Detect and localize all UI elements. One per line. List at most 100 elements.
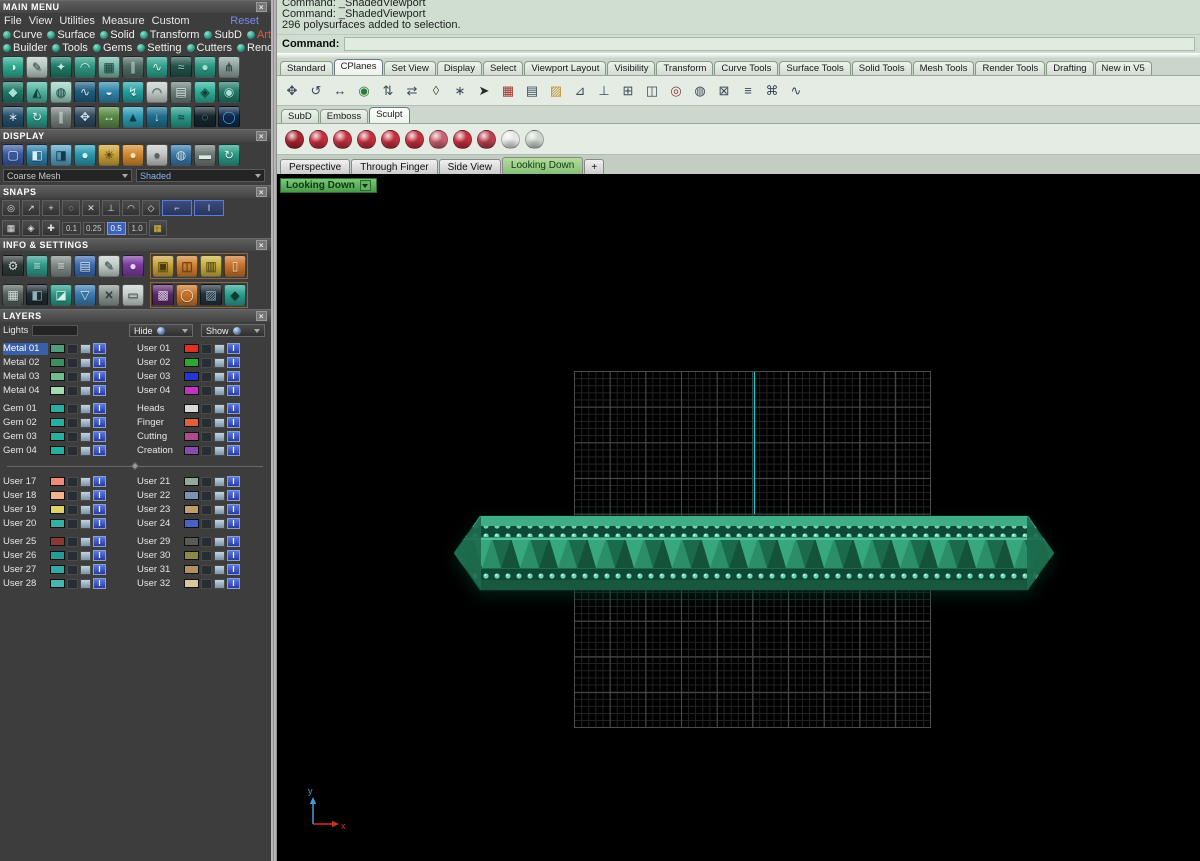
layer-gem-03[interactable]: Gem 03 I — [3, 430, 129, 443]
layer-color-swatch[interactable] — [50, 404, 65, 413]
layer-color-swatch[interactable] — [184, 358, 199, 367]
layer-info-button[interactable]: I — [93, 343, 106, 354]
layer-user-23[interactable]: User 23 I — [137, 503, 263, 516]
layer-lock-icon[interactable] — [67, 536, 78, 547]
rendered-view-icon[interactable]: ● — [74, 144, 96, 166]
toolbar-tab[interactable]: CPlanes — [333, 59, 384, 75]
toolbar-tab[interactable]: Transform — [656, 61, 714, 75]
sculpt-push-icon[interactable] — [357, 129, 376, 149]
snap-intersection-icon[interactable]: ✕ — [82, 200, 100, 216]
snap-tangent-icon[interactable]: ◠ — [122, 200, 140, 216]
layer-info-button[interactable]: I — [93, 504, 106, 515]
layer-material-icon[interactable] — [80, 504, 91, 515]
environment-icon[interactable]: ◍ — [170, 144, 192, 166]
ortho-toggle-icon[interactable]: ⊥ — [594, 81, 614, 101]
toolbar-tab[interactable]: Surface Tools — [779, 61, 851, 75]
viewport-tab[interactable]: Side View — [438, 159, 501, 174]
layer-user-03[interactable]: User 03 I — [137, 370, 263, 383]
layer-material-icon[interactable] — [214, 578, 225, 589]
project-icon[interactable]: ↓ — [146, 106, 168, 128]
edit-pad-icon[interactable]: ✎ — [98, 255, 120, 277]
layer-color-swatch[interactable] — [184, 519, 199, 528]
layer-lock-icon[interactable] — [201, 431, 212, 442]
twist-icon[interactable]: ↯ — [122, 81, 144, 103]
layer-user-22[interactable]: User 22 I — [137, 489, 263, 502]
torus-icon[interactable]: ◯ — [218, 106, 240, 128]
layer-material-icon[interactable] — [214, 490, 225, 501]
sculpt-brush-icon[interactable] — [309, 129, 328, 149]
layer-gem-02[interactable]: Gem 02 I — [3, 416, 129, 429]
layer-info-button[interactable]: I — [93, 518, 106, 529]
wave-icon[interactable]: ∿ — [146, 56, 168, 78]
panel-yellow-icon[interactable]: ▥ — [200, 255, 222, 277]
show-dropdown[interactable]: Show — [201, 324, 265, 337]
sculpt-pinch-icon[interactable] — [405, 129, 424, 149]
sculpt-inflate-icon[interactable] — [477, 129, 496, 149]
window-orange-icon[interactable]: ◫ — [176, 255, 198, 277]
layer-color-swatch[interactable] — [50, 418, 65, 427]
layer-user-28[interactable]: User 28 I — [3, 577, 129, 590]
lock-object-icon[interactable]: ⊠ — [714, 81, 734, 101]
layer-info-button[interactable]: I — [93, 403, 106, 414]
sculpt-flatten-icon[interactable] — [453, 129, 472, 149]
table-icon[interactable]: ▦ — [498, 81, 518, 101]
turntable-icon[interactable]: ↻ — [218, 144, 240, 166]
filter-gem-icon[interactable]: ▽ — [74, 284, 96, 306]
move-icon[interactable]: ✥ — [74, 106, 96, 128]
sculpt-sphere-icon[interactable] — [285, 129, 304, 149]
layer-color-swatch[interactable] — [184, 565, 199, 574]
snap-distance-chip[interactable]: 1.0 — [127, 221, 147, 235]
toolbar-tab[interactable]: Render Tools — [975, 61, 1046, 75]
hatch-icon[interactable]: ∥ — [122, 56, 144, 78]
snap-quadrant-icon[interactable]: ◇ — [142, 200, 160, 216]
window-yellow-icon[interactable]: ▣ — [152, 255, 174, 277]
layer-material-icon[interactable] — [214, 343, 225, 354]
toolbar-tab[interactable]: Set View — [384, 61, 436, 75]
ring-model[interactable] — [454, 511, 1054, 595]
align-icon[interactable]: ∥ — [50, 106, 72, 128]
layer-lock-icon[interactable] — [201, 504, 212, 515]
snap-distance-chip[interactable]: 0.25 — [83, 221, 105, 235]
gem-teal-icon[interactable]: ◆ — [224, 284, 246, 306]
sculpt-pull-icon[interactable] — [333, 129, 352, 149]
layer-gem-01[interactable]: Gem 01 I — [3, 402, 129, 415]
layer-material-icon[interactable] — [214, 536, 225, 547]
pipe-icon[interactable]: ∿ — [74, 81, 96, 103]
layer-lock-icon[interactable] — [67, 518, 78, 529]
move-gizmo-icon[interactable]: ✥ — [282, 81, 302, 101]
layer-user-32[interactable]: User 32 I — [137, 577, 263, 590]
layer-info-button[interactable]: I — [227, 564, 240, 575]
menu-item[interactable]: Custom — [152, 15, 190, 27]
layer-lock-icon[interactable] — [67, 371, 78, 382]
category-item[interactable]: Setting — [137, 42, 182, 54]
hide-dropdown[interactable]: Hide — [129, 324, 193, 337]
layer-info-button[interactable]: I — [227, 550, 240, 561]
layer-material-icon[interactable] — [80, 431, 91, 442]
layer-user-01[interactable]: User 01 I — [137, 342, 263, 355]
layer-material-icon[interactable] — [214, 417, 225, 428]
category-item[interactable]: Tools — [52, 42, 88, 54]
layer-lock-icon[interactable] — [67, 385, 78, 396]
category-item[interactable]: Gems — [92, 42, 132, 54]
curve-wave-icon[interactable]: ∿ — [786, 81, 806, 101]
folder-icon[interactable]: ▨ — [546, 81, 566, 101]
layer-finger[interactable]: Finger I — [137, 416, 263, 429]
toolbar-tab[interactable]: Standard — [280, 61, 333, 75]
material-ball-icon[interactable]: ● — [122, 255, 144, 277]
profile-icon[interactable]: ◠ — [74, 56, 96, 78]
command-input[interactable] — [344, 37, 1195, 51]
shell-icon[interactable]: ◍ — [50, 81, 72, 103]
sphere-icon[interactable]: ● — [194, 56, 216, 78]
silver-ball-icon[interactable]: ● — [146, 144, 168, 166]
gem-tool-icon[interactable]: ◈ — [194, 81, 216, 103]
ghosted-view-icon[interactable]: ◨ — [50, 144, 72, 166]
print-icon[interactable]: ▤ — [522, 81, 542, 101]
layer-color-swatch[interactable] — [184, 537, 199, 546]
layer-lock-icon[interactable] — [201, 536, 212, 547]
toolbar-tab[interactable]: Display — [436, 61, 482, 75]
mirror-icon[interactable]: ◭ — [26, 81, 48, 103]
cplane-icon[interactable]: ◊ — [426, 81, 446, 101]
toolbar-tab[interactable]: Drafting — [1046, 61, 1094, 75]
category-item[interactable]: Solid — [100, 29, 135, 41]
monitor-icon[interactable]: ▭ — [122, 284, 144, 306]
